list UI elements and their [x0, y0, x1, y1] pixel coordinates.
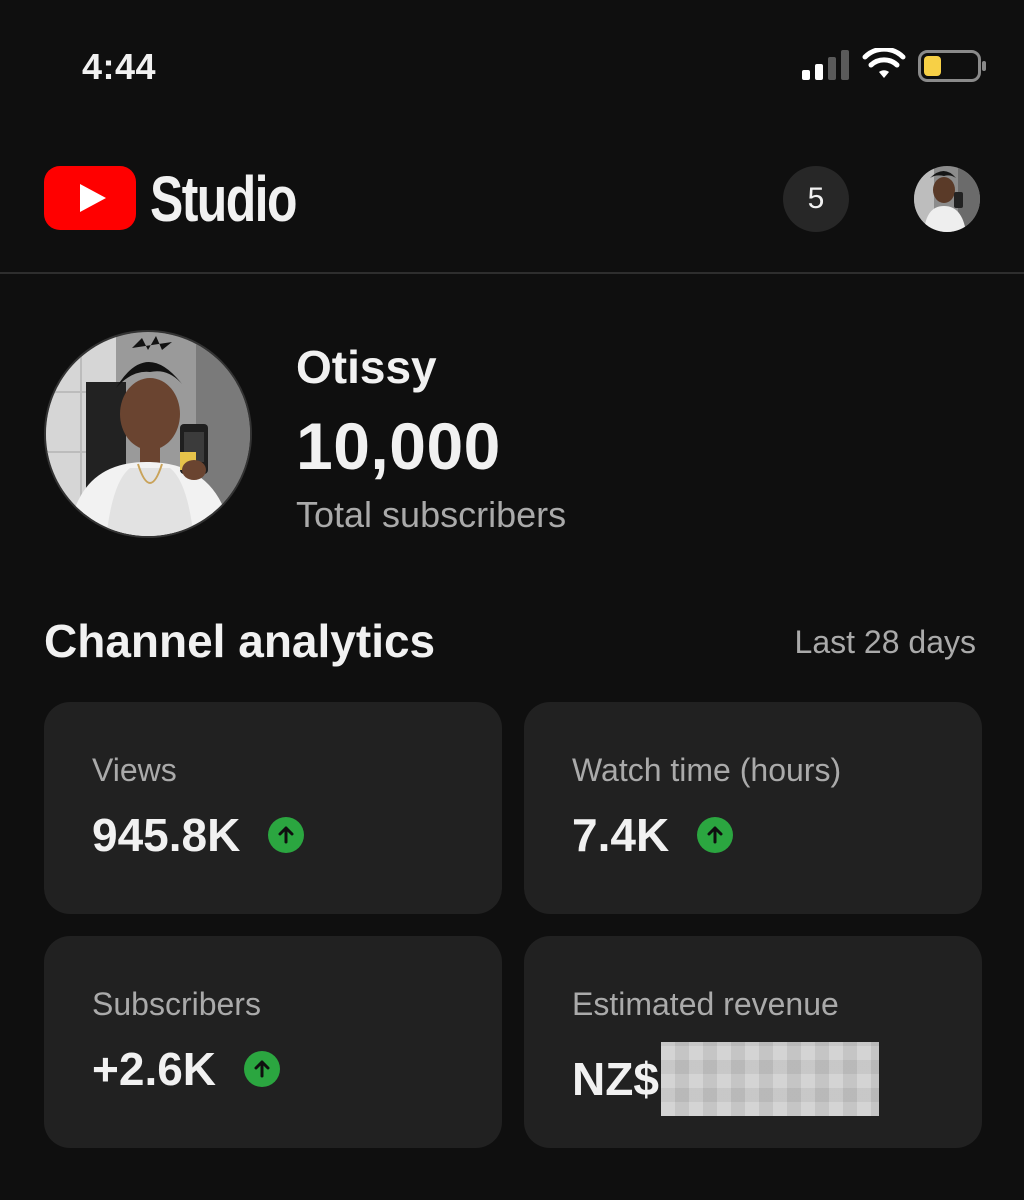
app-title: Studio	[150, 163, 297, 235]
card-value-row: 7.4K	[572, 808, 734, 862]
account-avatar-image	[914, 166, 980, 232]
total-subscriber-count: 10,000	[296, 409, 501, 483]
youtube-play-icon[interactable]	[44, 166, 136, 230]
channel-analytics-title: Channel analytics	[44, 615, 436, 667]
views-card[interactable]: Views 945.8K	[44, 702, 502, 914]
watch-time-card[interactable]: Watch time (hours) 7.4K	[524, 702, 982, 914]
account-avatar[interactable]	[914, 166, 980, 232]
status-time: 4:44	[82, 46, 157, 87]
wifi-icon	[862, 48, 906, 78]
channel-avatar-image	[46, 332, 250, 536]
header-divider	[0, 272, 1024, 274]
card-label: Views	[92, 752, 177, 788]
trend-up-icon	[268, 817, 305, 853]
card-value: NZ$	[572, 1053, 659, 1105]
battery-icon	[918, 50, 986, 82]
card-value-row: NZ$	[572, 1042, 879, 1116]
card-value: 7.4K	[572, 809, 670, 861]
estimated-revenue-card[interactable]: Estimated revenue NZ$	[524, 936, 982, 1148]
trend-up-icon	[244, 1051, 281, 1087]
subscribers-card[interactable]: Subscribers +2.6K	[44, 936, 502, 1148]
card-label: Watch time (hours)	[572, 752, 842, 788]
card-label: Subscribers	[92, 986, 261, 1022]
channel-avatar[interactable]	[44, 330, 252, 538]
trend-up-icon	[697, 817, 734, 853]
notifications-button[interactable]: 5	[783, 166, 849, 232]
card-value-row: 945.8K	[92, 808, 305, 862]
total-subscribers-label: Total subscribers	[296, 494, 567, 535]
notifications-count: 5	[807, 182, 825, 215]
card-label: Estimated revenue	[572, 986, 839, 1022]
card-value: +2.6K	[92, 1043, 217, 1095]
redacted-revenue-block	[660, 1042, 879, 1116]
channel-name: Otissy	[296, 341, 437, 393]
app-header: Studio 5	[0, 150, 1024, 270]
status-bar: 4:44	[0, 0, 1024, 120]
cellular-signal-icon	[802, 50, 849, 80]
card-value: 945.8K	[92, 809, 241, 861]
analytics-period[interactable]: Last 28 days	[795, 624, 976, 661]
card-value-row: +2.6K	[92, 1042, 281, 1096]
youtube-studio-screen: 4:44 Studio 5 Otissy 10,000 Total subscr…	[0, 0, 1024, 1200]
